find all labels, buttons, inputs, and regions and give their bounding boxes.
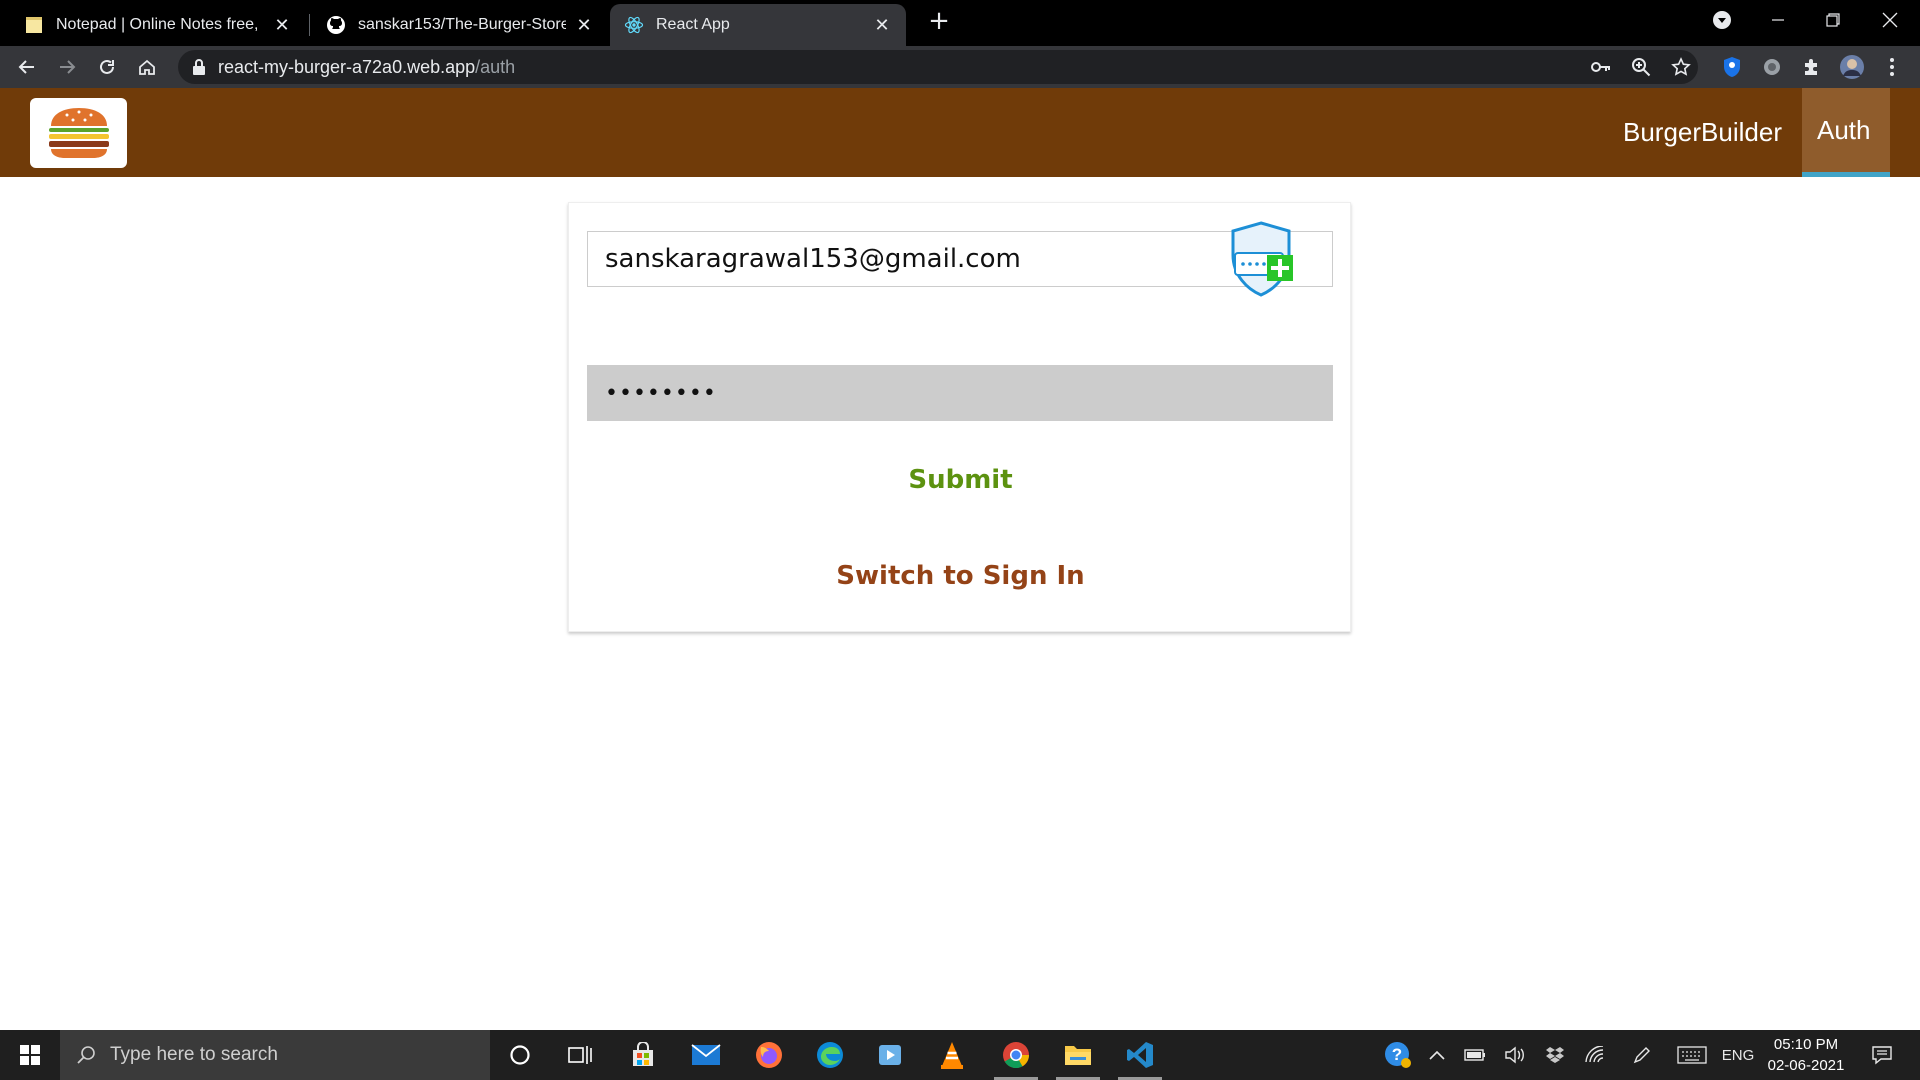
wifi-icon[interactable] [1578,1030,1612,1080]
email-field[interactable]: sanskaragrawal153@gmail.com [587,231,1333,287]
profile-dropdown-icon[interactable] [1702,0,1742,40]
app-toolbar: BurgerBuilder Auth [0,88,1920,177]
close-icon[interactable]: ✕ [574,15,594,36]
browser-toolbar: react-my-burger-a72a0.web.app/auth [0,46,1920,88]
chevron-up-icon[interactable] [1420,1030,1454,1080]
close-icon[interactable]: ✕ [272,15,292,36]
windows-start-icon[interactable] [0,1030,60,1080]
close-icon[interactable]: ✕ [872,15,892,36]
github-icon [326,15,346,35]
password-manager-icon[interactable] [1223,221,1299,303]
back-arrow-icon[interactable] [12,52,42,82]
bookmark-star-icon[interactable] [1670,56,1692,78]
task-view-icon[interactable] [554,1030,606,1080]
volume-icon[interactable] [1498,1030,1532,1080]
taskbar-search-input[interactable]: Type here to search [60,1030,490,1080]
tab-title: Notepad | Online Notes free, no l [56,16,264,33]
close-window-icon[interactable] [1870,0,1910,40]
forward-arrow-icon[interactable] [52,52,82,82]
react-icon [624,15,644,35]
address-bar[interactable]: react-my-burger-a72a0.web.app/auth [178,50,1698,84]
burger-logo[interactable] [30,98,127,168]
shield-extension-icon[interactable] [1717,52,1747,82]
firefox-icon[interactable] [743,1030,795,1080]
tab-title: React App [656,16,730,33]
new-tab-plus-icon[interactable]: + [924,6,954,36]
password-value: •••••••• [605,380,717,406]
reload-icon[interactable] [92,52,122,82]
notepad-icon [24,15,44,35]
lock-icon [192,58,206,80]
vscode-icon[interactable] [1114,1030,1166,1080]
help-icon[interactable]: ? [1378,1030,1418,1080]
submit-button[interactable]: Submit [569,465,1352,495]
nav-label: BurgerBuilder [1623,117,1782,147]
minimize-icon[interactable] [1758,0,1798,40]
circle-extension-icon[interactable] [1757,52,1787,82]
windows-taskbar: Type here to search ? ENG 05:10 PM 02-06… [0,1030,1920,1080]
more-menu-icon[interactable] [1877,52,1907,82]
language-indicator[interactable]: ENG [1718,1030,1758,1080]
edge-icon[interactable] [804,1030,856,1080]
pen-icon[interactable] [1625,1030,1659,1080]
search-icon [76,1045,96,1065]
puzzle-extensions-icon[interactable] [1797,52,1827,82]
tab-github[interactable]: sanskar153/The-Burger-Store: Us ✕ [312,4,608,46]
search-placeholder: Type here to search [110,1044,278,1065]
restore-icon[interactable] [1813,0,1853,40]
battery-icon[interactable] [1458,1030,1492,1080]
microsoft-store-icon[interactable] [617,1030,669,1080]
nav-auth[interactable]: Auth [1802,88,1890,177]
clock-date: 02-06-2021 [1767,1057,1845,1074]
tab-separator [309,14,310,36]
browser-tab-strip: Notepad | Online Notes free, no l ✕ sans… [0,0,1920,46]
tab-notepad[interactable]: Notepad | Online Notes free, no l ✕ [10,4,306,46]
tab-react-app[interactable]: React App ✕ [610,4,906,46]
burger-icon [48,108,109,158]
notifications-icon[interactable] [1862,1030,1902,1080]
password-field[interactable]: •••••••• [587,365,1333,421]
svg-text:?: ? [1392,1045,1402,1064]
keyboard-icon[interactable] [1672,1030,1712,1080]
email-value: sanskaragrawal153@gmail.com [605,244,1021,274]
key-icon[interactable] [1590,56,1612,78]
tab-title: sanskar153/The-Burger-Store: Us [358,16,566,33]
url-text: react-my-burger-a72a0.web.app/auth [218,57,516,77]
vlc-icon[interactable] [926,1030,978,1080]
dropbox-icon[interactable] [1538,1030,1572,1080]
file-explorer-icon[interactable] [1052,1030,1104,1080]
clock-time: 05:10 PM [1773,1036,1839,1053]
switch-to-sign-in-button[interactable]: Switch to Sign In [569,561,1352,591]
video-player-icon[interactable] [864,1030,916,1080]
mail-icon[interactable] [680,1030,732,1080]
zoom-icon[interactable] [1630,56,1652,78]
auth-form: sanskaragrawal153@gmail.com •••••••• Sub… [568,202,1351,632]
home-icon[interactable] [132,52,162,82]
system-clock[interactable]: 05:10 PM 02-06-2021 [1760,1034,1852,1076]
chrome-icon[interactable] [990,1030,1042,1080]
avatar[interactable] [1837,52,1867,82]
nav-burger-builder[interactable]: BurgerBuilder [1608,88,1797,177]
cortana-icon[interactable] [494,1030,546,1080]
nav-label: Auth [1817,114,1871,145]
